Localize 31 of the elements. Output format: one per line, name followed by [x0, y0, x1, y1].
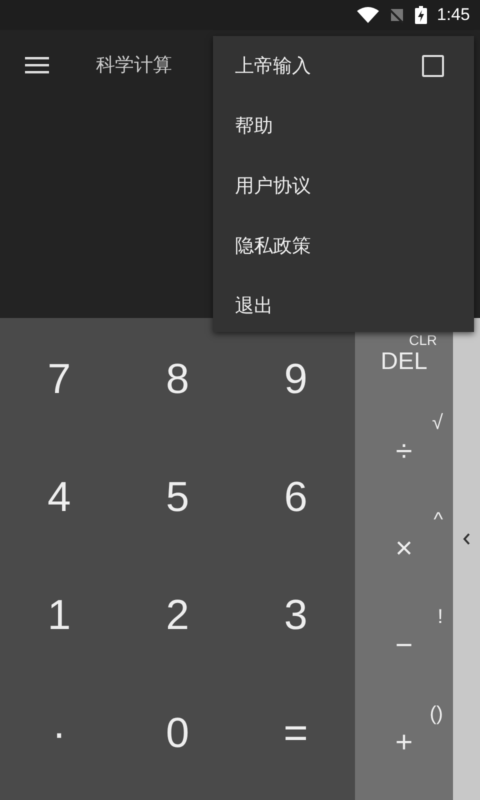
operator-key[interactable]: DEL	[380, 348, 428, 376]
digit-key[interactable]: 0	[118, 674, 237, 792]
menu-icon[interactable]	[25, 56, 49, 74]
menu-item[interactable]: 用户协议	[213, 156, 474, 216]
operator-key[interactable]: −	[395, 629, 413, 663]
digit-key[interactable]: 7	[0, 320, 118, 438]
digit-key[interactable]: 5	[118, 438, 237, 556]
menu-item[interactable]: 上帝输入	[213, 36, 474, 96]
menu-item[interactable]: 隐私政策	[213, 216, 474, 276]
secondary-key[interactable]: ()	[430, 703, 443, 726]
operator-key[interactable]: +	[395, 726, 413, 760]
secondary-key[interactable]: √	[432, 412, 443, 435]
digit-key[interactable]: 6	[236, 438, 355, 556]
digit-key[interactable]: =	[236, 674, 355, 792]
operator-key[interactable]: ×	[395, 532, 413, 566]
digit-key[interactable]: 4	[0, 438, 118, 556]
chevron-left-icon	[462, 533, 470, 545]
menu-item[interactable]: 帮助	[213, 96, 474, 156]
app-title: 科学计算	[96, 52, 172, 78]
no-signal-icon	[388, 6, 405, 23]
secondary-key[interactable]: ^	[434, 509, 443, 532]
digit-key[interactable]: 2	[118, 556, 237, 674]
digit-key[interactable]: 1	[0, 556, 118, 674]
operator-key[interactable]: ÷	[396, 435, 412, 469]
digit-key[interactable]: ·	[0, 674, 118, 792]
checkbox[interactable]	[422, 55, 444, 77]
digit-key[interactable]: 3	[236, 556, 355, 674]
secondary-key[interactable]: !	[437, 606, 443, 629]
wifi-icon	[356, 6, 379, 23]
battery-charging-icon	[414, 6, 427, 24]
status-time: 1:45	[436, 4, 470, 25]
